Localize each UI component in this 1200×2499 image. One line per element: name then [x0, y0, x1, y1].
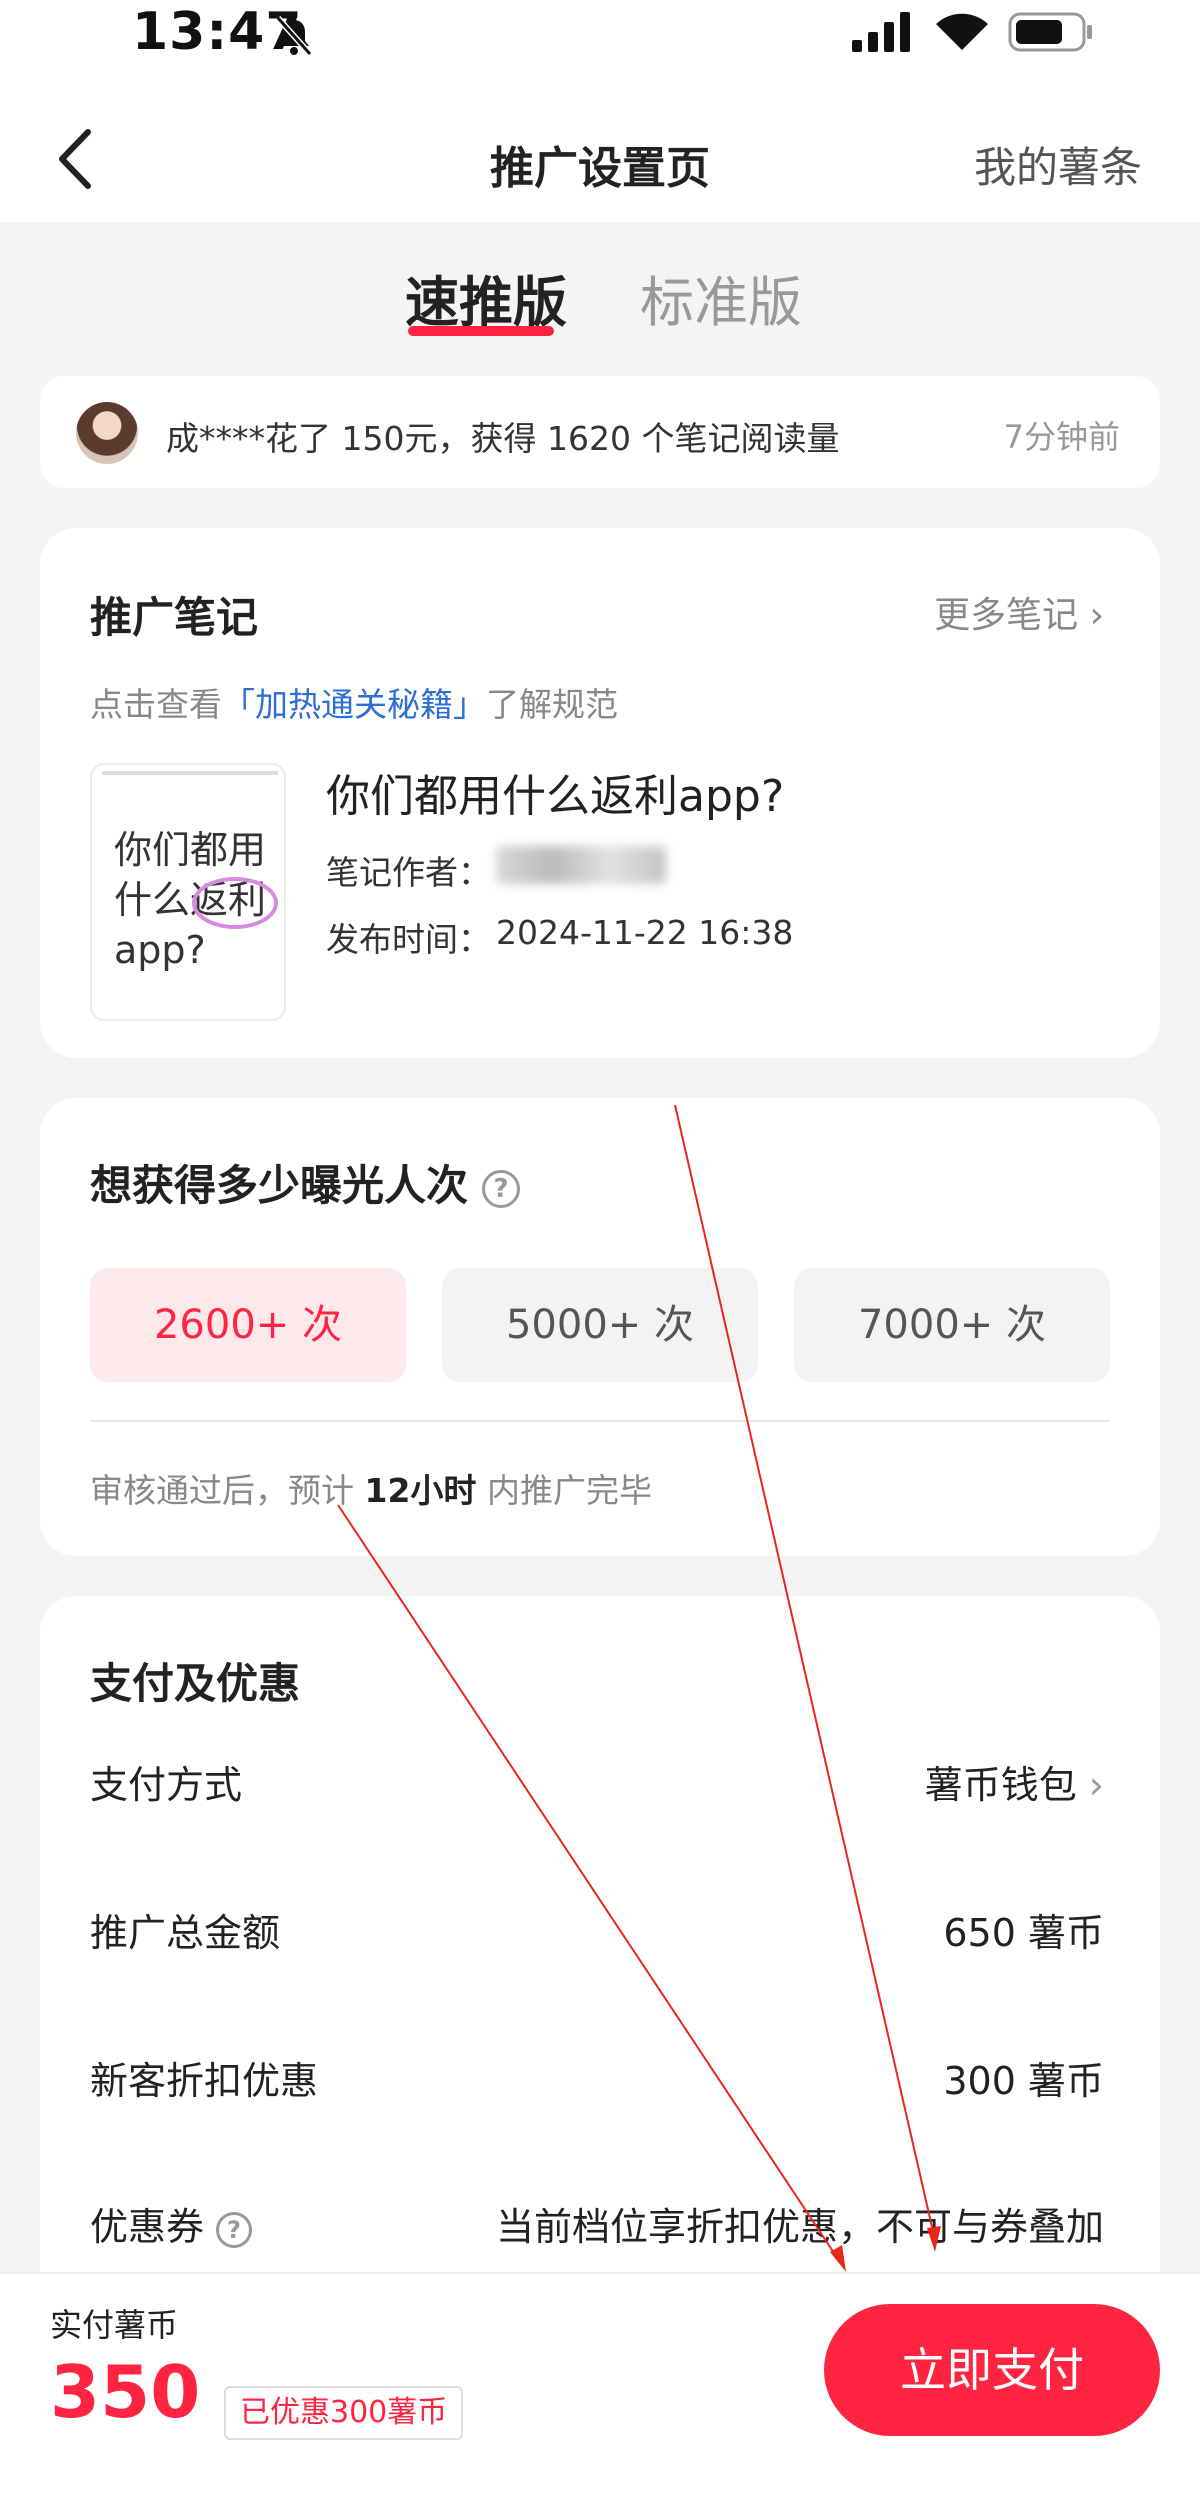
- saved-badge: 已优惠300薯币: [224, 2386, 464, 2440]
- guide-link[interactable]: 「加热通关秘籍」: [222, 685, 486, 724]
- estimate-duration: 12小时: [364, 1471, 477, 1510]
- pay-method-value: 薯币钱包: [924, 1763, 1077, 1807]
- tab-active-indicator: [408, 326, 554, 336]
- total-amount-label: 推广总金额: [90, 1911, 281, 1955]
- bottom-pay-bar: 实付薯币 350 已优惠300薯币 立即支付: [0, 2272, 1200, 2499]
- notice-text: 成****花了 150元，获得 1620 个笔记阅读量: [166, 419, 840, 458]
- paid-amount: 350: [50, 2350, 201, 2434]
- coupon-label: 优惠券?: [90, 2196, 253, 2251]
- pay-method-selector[interactable]: 薯币钱包 ›: [925, 1754, 1104, 1809]
- note-title: 你们都用什么返利app?: [326, 771, 785, 822]
- bell-slash-icon: [275, 16, 313, 56]
- chevron-right-icon: ›: [1088, 1763, 1104, 1807]
- chevron-right-icon: ›: [1089, 595, 1104, 636]
- help-icon[interactable]: ?: [482, 1169, 521, 1208]
- signal-icon: [852, 12, 910, 52]
- discount-label: 新客折扣优惠: [90, 2059, 319, 2103]
- notice-time: 7分钟前: [1003, 418, 1120, 456]
- paid-label: 实付薯币: [50, 2306, 179, 2344]
- estimate-prefix: 审核通过后，预计: [90, 1471, 354, 1510]
- coupon-label-text: 优惠券: [90, 2205, 205, 2249]
- total-amount-value: 650 薯币: [943, 1911, 1104, 1955]
- avatar: [76, 402, 138, 464]
- back-chevron-icon[interactable]: [50, 124, 100, 194]
- more-notes-link[interactable]: 更多笔记 ›: [934, 586, 1104, 638]
- coupon-value: 当前档位享折扣优惠，不可与券叠加: [495, 2205, 1104, 2249]
- thumbnail-highlight-circle: [192, 877, 278, 929]
- hint-suffix: 了解规范: [486, 685, 618, 724]
- wifi-icon: [936, 13, 988, 50]
- pay-now-button[interactable]: 立即支付: [824, 2304, 1160, 2436]
- payment-title: 支付及优惠: [90, 1659, 301, 1708]
- battery-icon: [1008, 12, 1092, 52]
- exposure-option-5000[interactable]: 5000+ 次: [442, 1268, 758, 1382]
- notice-banner: 成****花了 150元，获得 1620 个笔记阅读量 7分钟前: [40, 376, 1160, 488]
- publish-time-label: 发布时间：: [326, 920, 491, 959]
- estimate-suffix: 内推广完毕: [486, 1471, 652, 1510]
- more-notes-label: 更多笔记: [934, 595, 1079, 636]
- thumbnail-status-bar: [102, 771, 278, 775]
- payment-card: 支付及优惠 支付方式 薯币钱包 › 推广总金额 650 薯币 新客折扣优惠 30…: [40, 1596, 1160, 2296]
- divider: [90, 1420, 1110, 1422]
- estimate-note: 审核通过后，预计 12小时 内推广完毕: [90, 1464, 652, 1512]
- exposure-option-2600[interactable]: 2600+ 次: [90, 1268, 406, 1382]
- author-name-blurred: [496, 846, 666, 884]
- help-icon[interactable]: ?: [216, 2211, 253, 2248]
- exposure-card: 想获得多少曝光人次? 2600+ 次 5000+ 次 7000+ 次 审核通过后…: [40, 1098, 1160, 1556]
- author-label: 笔记作者：: [326, 853, 491, 892]
- my-orders-link[interactable]: 我的薯条: [974, 134, 1142, 195]
- note-thumbnail[interactable]: 你们都用 什么返利 app?: [90, 763, 286, 1021]
- exposure-title: 想获得多少曝光人次?: [90, 1152, 521, 1213]
- publish-time-value: 2024-11-22 16:38: [496, 913, 794, 952]
- exposure-title-text: 想获得多少曝光人次: [90, 1161, 469, 1210]
- tab-standard[interactable]: 标准版: [640, 258, 802, 337]
- hint-text: 点击查看「加热通关秘籍」了解规范: [90, 678, 618, 726]
- hint-prefix: 点击查看: [90, 685, 222, 724]
- pay-method-label: 支付方式: [90, 1763, 243, 1807]
- exposure-option-7000[interactable]: 7000+ 次: [794, 1268, 1110, 1382]
- note-section-title: 推广笔记: [90, 593, 259, 642]
- promoted-note-card: 推广笔记 更多笔记 › 点击查看「加热通关秘籍」了解规范 你们都用 什么返利 a…: [40, 528, 1160, 1058]
- discount-value: 300 薯币: [943, 2059, 1104, 2103]
